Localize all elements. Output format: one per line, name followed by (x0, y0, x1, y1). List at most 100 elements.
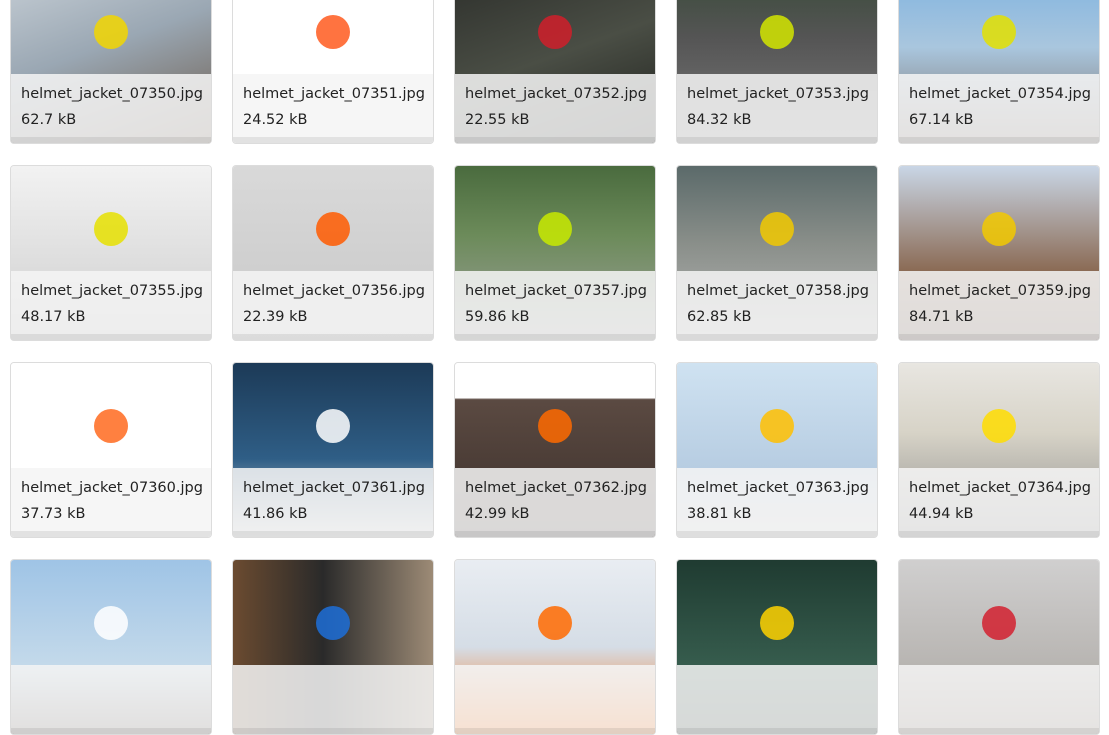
card-bottom-strip (455, 334, 655, 340)
file-name: helmet_jacket_07357.jpg (465, 283, 647, 299)
file-card[interactable]: helmet_jacket_07354.jpg 67.14 kB (898, 0, 1100, 144)
file-size: 38.81 kB (687, 506, 752, 522)
card-bottom-strip (455, 728, 655, 734)
file-name: helmet_jacket_07355.jpg (21, 283, 203, 299)
file-card[interactable]: helmet_jacket_07357.jpg 59.86 kB (454, 165, 656, 341)
file-card[interactable] (10, 559, 212, 735)
card-bottom-strip (233, 334, 433, 340)
file-card[interactable] (676, 559, 878, 735)
card-bottom-strip (677, 334, 877, 340)
card-bottom-strip (899, 334, 1099, 340)
card-bottom-strip (11, 334, 211, 340)
file-info-overlay (11, 271, 211, 340)
file-name: helmet_jacket_07350.jpg (21, 86, 203, 102)
file-info-overlay (899, 468, 1099, 537)
card-bottom-strip (677, 137, 877, 143)
file-card[interactable]: helmet_jacket_07355.jpg 48.17 kB (10, 165, 212, 341)
image-thumbnail-icon (316, 211, 350, 246)
card-bottom-strip (899, 531, 1099, 537)
image-thumbnail-icon (94, 211, 128, 246)
file-name: helmet_jacket_07352.jpg (465, 86, 647, 102)
image-thumbnail-icon (760, 211, 794, 246)
file-info-overlay (233, 271, 433, 340)
file-name: helmet_jacket_07363.jpg (687, 480, 869, 496)
file-card[interactable]: helmet_jacket_07359.jpg 84.71 kB (898, 165, 1100, 341)
file-size: 44.94 kB (909, 506, 974, 522)
file-name: helmet_jacket_07361.jpg (243, 480, 425, 496)
file-size: 84.71 kB (909, 309, 974, 325)
image-thumbnail-icon (316, 408, 350, 443)
file-info-overlay (455, 665, 655, 734)
file-name: helmet_jacket_07360.jpg (21, 480, 203, 496)
file-size: 62.7 kB (21, 112, 77, 128)
file-card[interactable]: helmet_jacket_07352.jpg 22.55 kB (454, 0, 656, 144)
file-size: 41.86 kB (243, 506, 308, 522)
file-info-overlay (455, 468, 655, 537)
file-info-overlay (677, 74, 877, 143)
image-thumbnail-icon (538, 408, 572, 443)
file-size: 62.85 kB (687, 309, 752, 325)
file-card[interactable]: helmet_jacket_07362.jpg 42.99 kB (454, 362, 656, 538)
file-name: helmet_jacket_07356.jpg (243, 283, 425, 299)
card-bottom-strip (899, 137, 1099, 143)
file-name: helmet_jacket_07364.jpg (909, 480, 1091, 496)
file-info-overlay (11, 468, 211, 537)
file-card[interactable]: helmet_jacket_07360.jpg 37.73 kB (10, 362, 212, 538)
card-bottom-strip (233, 531, 433, 537)
image-thumbnail-icon (538, 14, 572, 49)
card-bottom-strip (899, 728, 1099, 734)
file-info-overlay (233, 74, 433, 143)
image-thumbnail-icon (982, 14, 1016, 49)
card-bottom-strip (455, 137, 655, 143)
file-size: 24.52 kB (243, 112, 308, 128)
card-bottom-strip (233, 728, 433, 734)
file-size: 42.99 kB (465, 506, 530, 522)
card-bottom-strip (455, 531, 655, 537)
file-info-overlay (899, 665, 1099, 734)
file-name: helmet_jacket_07362.jpg (465, 480, 647, 496)
image-thumbnail-icon (982, 211, 1016, 246)
image-thumbnail-icon (982, 408, 1016, 443)
card-bottom-strip (677, 728, 877, 734)
image-thumbnail-icon (538, 211, 572, 246)
file-card[interactable]: helmet_jacket_07364.jpg 44.94 kB (898, 362, 1100, 538)
file-size: 37.73 kB (21, 506, 86, 522)
file-card[interactable]: helmet_jacket_07361.jpg 41.86 kB (232, 362, 434, 538)
file-info-overlay (455, 74, 655, 143)
file-info-overlay (233, 468, 433, 537)
file-card[interactable]: helmet_jacket_07351.jpg 24.52 kB (232, 0, 434, 144)
file-card[interactable] (454, 559, 656, 735)
file-card[interactable]: helmet_jacket_07353.jpg 84.32 kB (676, 0, 878, 144)
file-size: 84.32 kB (687, 112, 752, 128)
file-info-overlay (11, 665, 211, 734)
file-info-overlay (233, 665, 433, 734)
file-card[interactable] (898, 559, 1100, 735)
file-name: helmet_jacket_07353.jpg (687, 86, 869, 102)
image-thumbnail-icon (982, 605, 1016, 640)
file-card[interactable]: helmet_jacket_07350.jpg 62.7 kB (10, 0, 212, 144)
file-card[interactable] (232, 559, 434, 735)
file-size: 67.14 kB (909, 112, 974, 128)
file-info-overlay (677, 468, 877, 537)
image-thumbnail-icon (538, 605, 572, 640)
image-thumbnail-icon (760, 605, 794, 640)
file-card[interactable]: helmet_jacket_07363.jpg 38.81 kB (676, 362, 878, 538)
file-size: 22.55 kB (465, 112, 530, 128)
image-thumbnail-icon (316, 14, 350, 49)
file-info-overlay (899, 74, 1099, 143)
card-bottom-strip (11, 728, 211, 734)
file-name: helmet_jacket_07359.jpg (909, 283, 1091, 299)
image-thumbnail-icon (316, 605, 350, 640)
image-thumbnail-icon (760, 14, 794, 49)
file-name: helmet_jacket_07354.jpg (909, 86, 1091, 102)
file-size: 59.86 kB (465, 309, 530, 325)
file-info-overlay (11, 74, 211, 143)
file-card[interactable]: helmet_jacket_07358.jpg 62.85 kB (676, 165, 878, 341)
file-info-overlay (455, 271, 655, 340)
file-grid: helmet_jacket_07350.jpg 62.7 kB helmet_jac… (10, 0, 1100, 735)
file-name: helmet_jacket_07351.jpg (243, 86, 425, 102)
file-info-overlay (677, 271, 877, 340)
file-size: 22.39 kB (243, 309, 308, 325)
file-card[interactable]: helmet_jacket_07356.jpg 22.39 kB (232, 165, 434, 341)
file-size: 48.17 kB (21, 309, 86, 325)
